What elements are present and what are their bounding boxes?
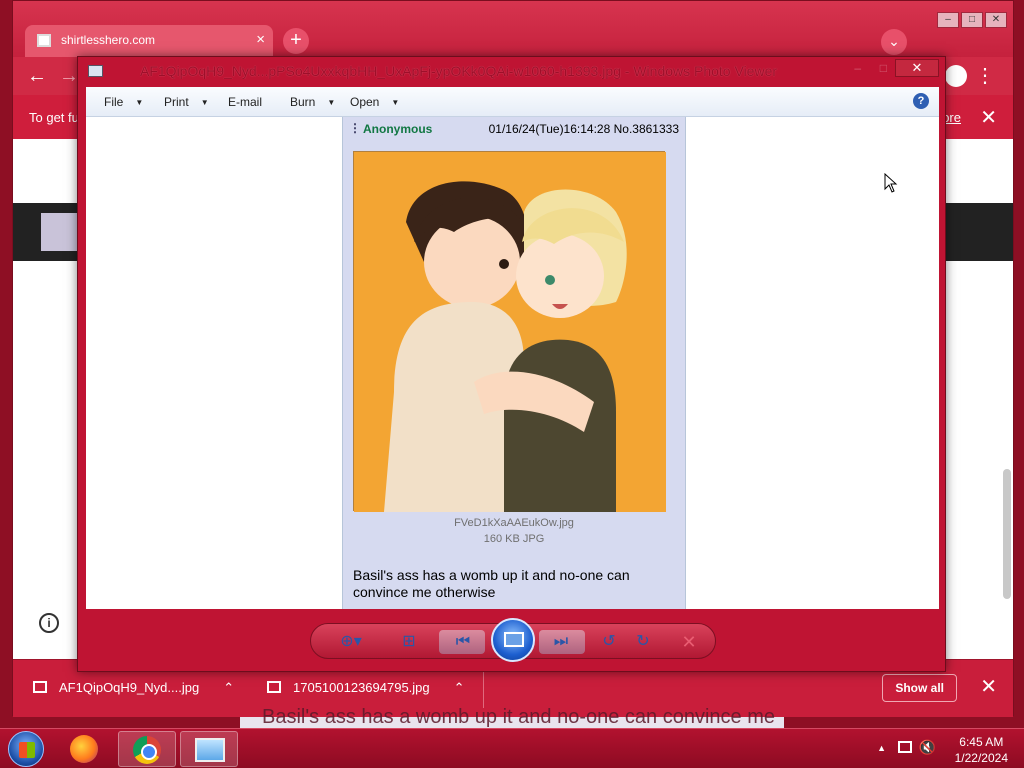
delete-icon[interactable]: ✕ xyxy=(677,632,701,652)
download-filename: 1705100123694795.jpg xyxy=(293,680,430,695)
tab-title: shirtlesshero.com xyxy=(61,33,156,47)
post-menu-icon[interactable]: ⋮ xyxy=(349,121,361,135)
menu-kebab-icon[interactable]: ⋮ xyxy=(975,63,995,88)
browser-window-controls: – □ ✕ xyxy=(935,11,1007,28)
maximize-button[interactable]: □ xyxy=(961,12,983,28)
taskbar-photo-viewer[interactable] xyxy=(180,731,238,767)
menu-print[interactable]: Print ▼ xyxy=(164,95,209,109)
image-file-icon xyxy=(33,681,47,693)
actual-size-icon[interactable]: ⊞ xyxy=(397,632,421,652)
firefox-icon xyxy=(70,735,98,763)
menu-label: E-mail xyxy=(228,95,263,109)
caret-down-icon: ▼ xyxy=(327,98,336,107)
chevron-up-icon[interactable]: ⌃ xyxy=(454,680,465,695)
caret-down-icon: ▼ xyxy=(391,98,400,107)
close-button[interactable]: ✕ xyxy=(895,59,939,77)
zoom-icon[interactable]: ⊕▾ xyxy=(339,632,363,652)
infobar-text: To get fu xyxy=(29,110,79,125)
info-icon[interactable]: i xyxy=(39,613,59,633)
caret-down-icon: ▼ xyxy=(135,98,144,107)
infobar-close-icon[interactable]: ✕ xyxy=(980,105,997,130)
post-file-size: 160 KB JPG xyxy=(483,533,545,545)
menu-email[interactable]: E-mail xyxy=(228,95,262,109)
slideshow-icon xyxy=(504,632,524,647)
menu-burn[interactable]: Burn ▼ xyxy=(290,95,335,109)
help-icon[interactable]: ? xyxy=(913,93,929,109)
close-button[interactable]: ✕ xyxy=(985,12,1007,28)
post-body-text: Basil's ass has a womb up it and no-one … xyxy=(353,567,630,600)
photo-viewer-window: AF1QipOqH9_Nyd...pPSo4UxxkqbHH_UxApFj-yp… xyxy=(77,56,946,672)
taskbar-clock[interactable]: 6:45 AM 1/22/2024 xyxy=(955,734,1008,766)
clock-time: 6:45 AM xyxy=(959,735,1004,749)
viewer-menubar: File ▼ Print ▼ E-mail Burn ▼ Open ▼ ? xyxy=(86,87,939,117)
illustration-image xyxy=(354,152,666,512)
browser-tab[interactable]: shirtlesshero.com × xyxy=(25,25,273,57)
post-date: 01/16/24(Tue)16:14:28 No.3861333 xyxy=(488,122,679,136)
menu-label: Open xyxy=(350,95,380,109)
poster-name: Anonymous xyxy=(363,122,433,136)
image-file-icon xyxy=(267,681,281,693)
next-icon[interactable]: ⏭ xyxy=(549,632,573,652)
forward-arrow-icon[interactable]: → xyxy=(59,65,79,88)
viewer-control-bar: ⊕▾ ⊞ ⏮ ⏭ ↺ ↻ ✕ xyxy=(310,618,716,662)
new-tab-button[interactable]: + xyxy=(283,28,309,54)
tray-expand-icon[interactable]: ▲ xyxy=(877,743,886,753)
tab-favicon-icon xyxy=(37,34,51,47)
post-image xyxy=(353,151,666,512)
previous-icon[interactable]: ⏮ xyxy=(451,632,475,652)
menu-label: Burn xyxy=(290,95,316,109)
profile-avatar-icon[interactable] xyxy=(945,65,967,87)
post-file-name: FVeD1kXaAAEukOw.jpg xyxy=(454,517,574,529)
taskbar-firefox[interactable] xyxy=(56,731,114,767)
menu-label: File xyxy=(104,95,124,109)
divider xyxy=(483,670,484,708)
viewer-image-canvas[interactable]: ⋮ Anonymous 01/16/24(Tue)16:14:28 No.386… xyxy=(86,117,939,609)
post-header: ⋮ Anonymous 01/16/24(Tue)16:14:28 No.386… xyxy=(343,121,685,139)
rotate-left-icon[interactable]: ↺ xyxy=(597,632,621,652)
close-icon[interactable]: ✕ xyxy=(980,674,997,699)
taskbar-chrome[interactable] xyxy=(118,731,176,767)
viewer-titlebar: AF1QipOqH9_Nyd...pPSo4UxxkqbHH_UxApFj-yp… xyxy=(78,57,945,87)
download-item[interactable]: AF1QipOqH9_Nyd....jpg ⌃ xyxy=(33,680,234,696)
minimize-button[interactable]: – xyxy=(937,12,959,28)
clock-date: 1/22/2024 xyxy=(954,751,1008,765)
tab-search-icon[interactable]: ⌄ xyxy=(881,29,907,55)
maximize-button[interactable]: □ xyxy=(880,61,887,75)
download-filename: AF1QipOqH9_Nyd....jpg xyxy=(59,680,200,695)
slideshow-button[interactable] xyxy=(491,618,535,662)
menu-label: Print xyxy=(164,95,189,109)
chevron-up-icon[interactable]: ⌃ xyxy=(223,680,234,695)
page-thumbnail[interactable] xyxy=(41,213,77,251)
volume-muted-icon[interactable]: 🔇 xyxy=(919,739,936,756)
page-scrollbar[interactable] xyxy=(1003,469,1011,599)
network-icon[interactable] xyxy=(898,741,912,753)
menu-file[interactable]: File ▼ xyxy=(104,95,143,109)
tab-close-icon[interactable]: × xyxy=(256,31,265,48)
chrome-icon xyxy=(133,736,161,764)
forum-post: ⋮ Anonymous 01/16/24(Tue)16:14:28 No.386… xyxy=(342,117,686,609)
start-button[interactable] xyxy=(8,731,44,767)
back-arrow-icon[interactable]: ← xyxy=(27,65,47,88)
windows-logo-icon xyxy=(19,742,35,758)
taskbar: ▲ 🔇 6:45 AM 1/22/2024 xyxy=(0,728,1024,768)
mouse-cursor-icon xyxy=(884,173,898,193)
show-all-button[interactable]: Show all xyxy=(882,674,957,702)
caret-down-icon: ▼ xyxy=(200,98,209,107)
minimize-button[interactable]: – xyxy=(854,61,861,75)
menu-open[interactable]: Open ▼ xyxy=(350,95,399,109)
rotate-right-icon[interactable]: ↻ xyxy=(631,632,655,652)
browser-titlebar: shirtlesshero.com × + ⌄ – □ ✕ xyxy=(13,1,1013,57)
photo-viewer-app-icon xyxy=(88,65,103,77)
viewer-window-title: AF1QipOqH9_Nyd...pPSo4UxxkqbHH_UxApFj-yp… xyxy=(140,63,778,79)
download-item[interactable]: 1705100123694795.jpg ⌃ xyxy=(267,680,465,696)
photo-viewer-icon xyxy=(195,738,225,762)
